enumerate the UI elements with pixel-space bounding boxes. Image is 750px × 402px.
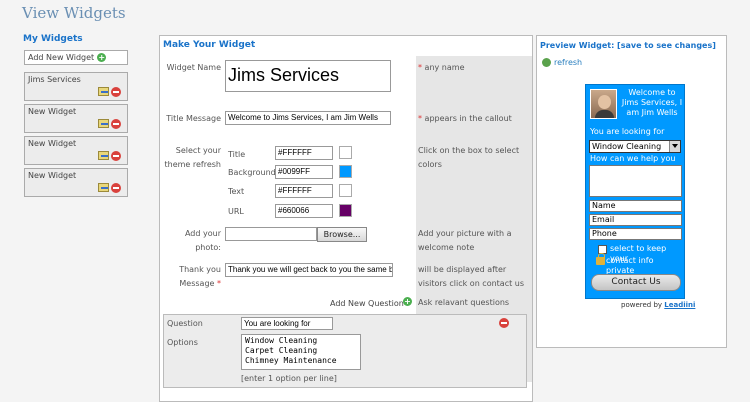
refresh-icon	[542, 58, 551, 67]
add-question-hint: Ask relavant questions	[418, 298, 510, 307]
chevron-down-icon	[669, 141, 680, 152]
sidebar-widget-item[interactable]: New Widget	[24, 136, 128, 165]
options-textarea[interactable]: Window Cleaning Carpet Cleaning Chimney …	[241, 334, 361, 370]
delete-icon[interactable]	[111, 119, 121, 129]
question-label: Question	[167, 319, 203, 328]
background-color-label: Background	[228, 168, 276, 177]
theme-label-line2[interactable]: theme refresh	[164, 158, 221, 172]
powered-by: powered by Leadiini	[621, 301, 696, 309]
make-widget-panel: Make Your Widget Widget Name Jims Servic…	[159, 35, 533, 402]
url-color-label: URL	[228, 207, 244, 216]
widget-item-label: New Widget	[28, 171, 77, 180]
delete-icon[interactable]	[111, 183, 121, 193]
widget-preview: Welcome to Jims Services, I am Jim Wells…	[585, 84, 685, 299]
options-hint: [enter 1 option per line]	[241, 374, 337, 383]
lock-icon	[596, 253, 605, 265]
widget-name-hint: * any name	[418, 63, 465, 72]
widget-item-label: New Widget	[28, 139, 77, 148]
url-color-input[interactable]: #660066	[275, 204, 333, 218]
thank-you-hint: will be displayed after visitors click o…	[418, 265, 525, 288]
text-color-swatch[interactable]	[339, 184, 352, 197]
privacy-label: contact info private	[606, 256, 654, 275]
widget-question: You are looking for	[590, 127, 665, 136]
browse-button[interactable]: Browse...	[317, 227, 367, 242]
question-box: Question You are looking for Options Win…	[163, 314, 527, 388]
add-new-question-button[interactable]: Add New Question	[330, 297, 404, 311]
edit-icon[interactable]	[98, 119, 109, 128]
title-message-label: Title Message	[166, 114, 221, 123]
theme-hint: Click on the box to select colors	[418, 146, 520, 169]
add-icon: +	[97, 53, 107, 62]
photo-label: Add your photo:	[184, 229, 221, 252]
delete-icon[interactable]	[111, 87, 121, 97]
text-color-input[interactable]: #FFFFFF	[275, 184, 333, 198]
title-color-label: Title	[228, 150, 246, 159]
thank-you-label: Thank you Message *	[179, 265, 221, 288]
brand-link[interactable]: Leadiini	[664, 301, 695, 309]
widget-callout: Welcome to Jims Services, I am Jim Wells	[621, 88, 683, 117]
title-color-swatch[interactable]	[339, 146, 352, 159]
widget-option-select[interactable]: Window Cleaning	[589, 140, 681, 153]
text-color-label: Text	[228, 187, 245, 196]
widget-name-input[interactable]: Jims Services	[225, 60, 391, 92]
sidebar-widget-item[interactable]: New Widget	[24, 168, 128, 197]
options-label: Options	[167, 338, 198, 347]
url-color-swatch[interactable]	[339, 204, 352, 217]
thank-you-input[interactable]: Thank you we will gect back to you the s…	[225, 263, 393, 277]
delete-icon[interactable]	[111, 151, 121, 161]
theme-label: Select your theme refresh	[164, 144, 221, 172]
photo-file-input[interactable]	[225, 227, 317, 241]
background-color-input[interactable]: #0099FF	[275, 165, 333, 179]
edit-icon[interactable]	[98, 151, 109, 160]
photo-hint: Add your picture with a welcome note	[418, 229, 512, 252]
make-widget-title: Make Your Widget	[163, 40, 256, 50]
preview-panel: Preview Widget: [save to see changes] re…	[536, 35, 727, 348]
delete-question-icon[interactable]	[499, 318, 509, 328]
widget-phone-field[interactable]: Phone	[589, 228, 682, 240]
theme-label-line1: Select your	[175, 146, 221, 155]
preview-title: Preview Widget: [save to see changes]	[540, 41, 716, 50]
add-new-widget-label: Add New Widget	[28, 53, 95, 62]
widget-item-label: New Widget	[28, 107, 77, 116]
avatar	[590, 89, 617, 119]
edit-icon[interactable]	[98, 87, 109, 96]
title-message-hint: * appears in the callout	[418, 114, 512, 123]
widget-name-label: Widget Name	[166, 63, 221, 72]
sidebar-widget-item[interactable]: New Widget	[24, 104, 128, 133]
widget-message-textarea[interactable]	[589, 165, 682, 197]
page-title: View Widgets	[22, 4, 126, 22]
sidebar-title: My Widgets	[23, 34, 83, 44]
title-color-input[interactable]: #FFFFFF	[275, 146, 333, 160]
widget-item-label: Jims Services	[28, 75, 81, 84]
contact-us-button[interactable]: Contact Us	[591, 274, 681, 291]
add-question-icon[interactable]: +	[403, 297, 412, 306]
question-input[interactable]: You are looking for	[241, 317, 333, 330]
sidebar-widget-item[interactable]: Jims Services	[24, 72, 128, 101]
refresh-link[interactable]: refresh	[542, 58, 582, 67]
widget-name-field[interactable]: Name	[589, 200, 682, 212]
widget-email-field[interactable]: Email	[589, 214, 682, 226]
background-color-swatch[interactable]	[339, 165, 352, 178]
widget-help-text: How can we help you	[590, 154, 676, 163]
add-new-widget-button[interactable]: Add New Widget +	[24, 50, 128, 65]
edit-icon[interactable]	[98, 183, 109, 192]
title-message-input[interactable]: Welcome to Jims Services, I am Jim Wells	[225, 111, 391, 125]
